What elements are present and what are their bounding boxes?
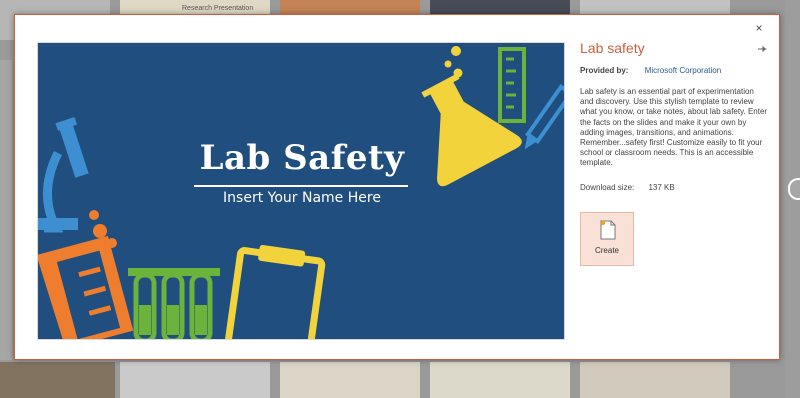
slide-title: Lab Safety [199,138,405,178]
background-thumbnail[interactable] [0,60,12,360]
background-thumbnail[interactable] [430,0,570,14]
provider-link[interactable]: Microsoft Corporation [645,66,721,75]
download-size-value: 137 KB [648,182,675,192]
slide-preview: Lab Safety Insert Your Name Here [37,42,565,340]
template-preview-dialog: × Lab Safety Insert Your Name Here Lab s… [14,14,780,360]
background-thumbnail[interactable] [120,362,270,398]
provided-by-label: Provided by: [580,66,629,75]
next-template-arrow[interactable] [788,178,800,200]
download-size-row: Download size: 137 KB [580,183,770,192]
create-label: Create [594,246,619,255]
download-size-label: Download size: [580,182,635,192]
background-thumbnail[interactable] [280,362,420,398]
slide-subtitle: Insert Your Name Here [223,190,381,206]
background-thumbnail[interactable] [580,0,730,14]
background-thumbnail[interactable] [0,362,115,398]
template-description: Lab safety is an essential part of exper… [580,87,768,168]
background-thumbnail[interactable] [430,362,570,398]
background-thumbnail[interactable] [580,362,730,398]
close-button[interactable]: × [753,22,765,34]
background-thumbnail-label: Research Presentation [182,5,254,12]
provider-row: Provided by: Microsoft Corporation [580,66,770,75]
new-document-icon [600,220,616,240]
slide-divider [194,185,408,187]
template-details: Lab safety Provided by: Microsoft Corpor… [580,40,770,192]
create-button[interactable]: Create [580,212,634,266]
template-title: Lab safety [580,40,645,56]
background-thumbnail[interactable] [280,0,420,14]
